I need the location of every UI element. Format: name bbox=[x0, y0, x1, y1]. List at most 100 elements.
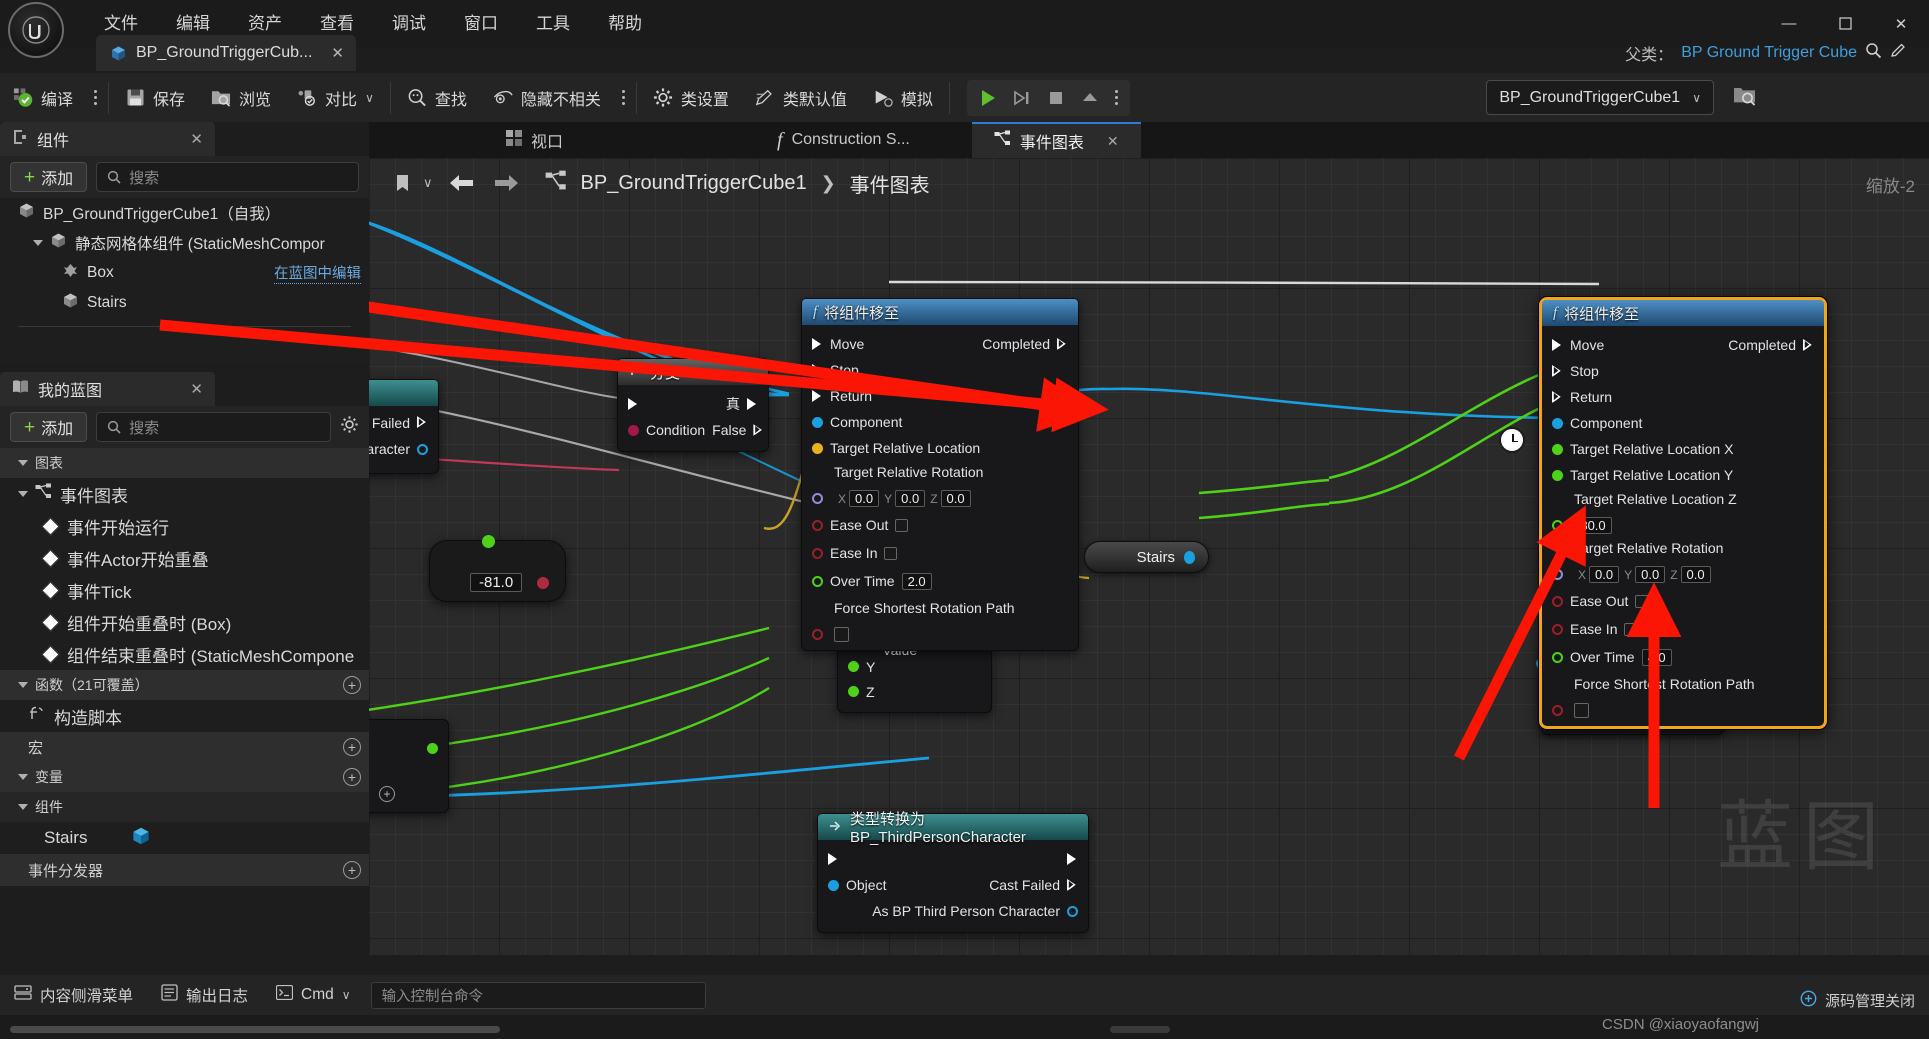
rotator-pin-icon[interactable] bbox=[1552, 569, 1563, 580]
breadcrumb-leaf[interactable]: 事件图表 bbox=[850, 169, 930, 198]
event-graph-canvas[interactable]: ∨ BP_GroundTriggerCube1 ❯ 事件图表 缩放-2 蓝图 F… bbox=[369, 158, 1929, 955]
edit-in-blueprint-link[interactable]: 在蓝图中编辑 bbox=[274, 262, 361, 284]
source-control-status[interactable]: 源码管理关闭 bbox=[1800, 990, 1915, 1011]
browse-button[interactable]: 浏览 bbox=[198, 73, 284, 122]
exec-pin-false-icon[interactable] bbox=[753, 424, 764, 437]
unreal-logo-icon[interactable] bbox=[8, 2, 64, 58]
pin-return-row[interactable]: Return bbox=[1542, 384, 1824, 410]
rotation-x-value[interactable]: 0.0 bbox=[1589, 566, 1620, 583]
step-button[interactable] bbox=[1005, 80, 1039, 116]
pin-over-time-row[interactable]: Over Time 4.0 bbox=[1542, 643, 1824, 671]
pin-move-row[interactable]: Move Completed bbox=[1542, 332, 1824, 358]
rotation-z-value[interactable]: 0.0 bbox=[940, 490, 971, 507]
node-stairs-variable[interactable]: Stairs bbox=[1084, 541, 1209, 573]
myblueprint-event-actorbeginoverlap[interactable]: 事件Actor开始重叠 bbox=[0, 542, 369, 574]
object-pin-icon[interactable] bbox=[1184, 550, 1195, 564]
find-button[interactable]: 查找 bbox=[394, 73, 480, 122]
pin-stop-row[interactable]: Stop bbox=[1542, 358, 1824, 384]
eject-button[interactable] bbox=[1073, 80, 1107, 116]
stop-button[interactable] bbox=[1039, 80, 1073, 116]
out-pin-icon[interactable] bbox=[537, 577, 549, 589]
add-macro-button[interactable]: + bbox=[343, 738, 361, 756]
play-options-button[interactable] bbox=[1107, 73, 1126, 122]
float-pin-icon[interactable] bbox=[848, 661, 859, 672]
rotator-pin-icon[interactable] bbox=[812, 493, 823, 504]
compile-options-button[interactable] bbox=[86, 73, 105, 122]
myblueprint-section-components[interactable]: 组件 bbox=[0, 792, 369, 822]
object-pin-icon[interactable] bbox=[417, 443, 428, 455]
float-pin-icon[interactable] bbox=[1552, 443, 1563, 455]
bookmark-icon[interactable] bbox=[387, 168, 417, 198]
node-move-component-to-mid[interactable]: f 将组件移至 Move Completed Stop Return Compo… bbox=[801, 298, 1525, 651]
exec-pin-castfailed-icon[interactable] bbox=[1067, 879, 1078, 892]
vector-pin-icon[interactable] bbox=[812, 442, 823, 454]
cast-exec-row[interactable] bbox=[818, 846, 1088, 872]
component-row-staticmesh[interactable]: 静态网格体组件 (StaticMeshCompor bbox=[0, 228, 369, 258]
forward-button[interactable] bbox=[491, 168, 521, 198]
object-pin-icon[interactable] bbox=[1552, 417, 1563, 429]
components-panel-tab[interactable]: 组件 ✕ bbox=[0, 122, 215, 156]
exec-pin-out-icon[interactable] bbox=[1067, 852, 1078, 866]
console-command-input[interactable]: 输入控制台命令 bbox=[370, 981, 706, 1009]
cast-asbp-row[interactable]: As BP Third Person Character bbox=[818, 898, 1088, 924]
node-move-component-to-right[interactable]: f 将组件移至 Move Completed Stop Return Compo… bbox=[1539, 297, 1827, 729]
node-pin-row[interactable]: aracter bbox=[369, 433, 438, 465]
pin-target-loc-y-row[interactable]: Target Relative Location Y bbox=[1542, 462, 1824, 488]
add-variable-button[interactable]: + bbox=[343, 768, 361, 786]
pin-target-relative-rotation-row[interactable]: Target Relative Rotation X 0.0 Y 0.0 Z 0… bbox=[802, 461, 1078, 507]
graph-scrollbar[interactable] bbox=[1110, 1026, 1170, 1033]
float-pin-icon[interactable] bbox=[482, 535, 495, 548]
myblueprint-event-componentbeginoverlap[interactable]: 组件开始重叠时 (Box) bbox=[0, 606, 369, 638]
myblueprint-search-input[interactable]: 搜索 bbox=[96, 412, 331, 442]
pin-target-loc-x-row[interactable]: Target Relative Location X bbox=[1542, 436, 1824, 462]
myblueprint-section-macros[interactable]: 宏 + bbox=[0, 732, 369, 762]
over-time-value[interactable]: 4.0 bbox=[1641, 648, 1672, 666]
pin-force-shortest-row[interactable]: Force Shortest Rotation Path bbox=[1542, 671, 1824, 718]
gear-icon[interactable] bbox=[340, 415, 359, 439]
cmd-dropdown-button[interactable]: Cmd ∨ bbox=[262, 975, 365, 1015]
exec-pin-move-icon[interactable] bbox=[1552, 338, 1563, 352]
ease-out-checkbox[interactable] bbox=[895, 518, 909, 532]
exec-pin-completed-icon[interactable] bbox=[1057, 338, 1068, 351]
pin-stop-row[interactable]: Stop bbox=[802, 357, 1078, 383]
over-time-value[interactable]: 2.0 bbox=[901, 572, 932, 590]
bool-pin-icon[interactable] bbox=[1552, 595, 1563, 607]
float-pin-icon[interactable] bbox=[1552, 469, 1563, 481]
pin-force-shortest-row[interactable]: Force Shortest Rotation Path bbox=[802, 595, 1078, 642]
myblueprint-function-constructionscript[interactable]: 构造脚本 bbox=[0, 700, 369, 732]
node-pin-row[interactable] bbox=[369, 738, 448, 759]
myblueprint-section-graphs[interactable]: 图表 bbox=[0, 448, 369, 478]
myblueprint-section-variables[interactable]: 变量 + bbox=[0, 762, 369, 792]
node-branch[interactable]: 分支 真 Condition False bbox=[617, 358, 769, 452]
exec-pin-stop-icon[interactable] bbox=[1552, 365, 1563, 378]
ease-in-checkbox[interactable] bbox=[1624, 622, 1638, 636]
tab-construction-script[interactable]: f Construction S... bbox=[755, 122, 932, 158]
bool-pin-icon[interactable] bbox=[812, 629, 823, 640]
myblueprint-component-stairs[interactable]: Stairs bbox=[0, 822, 369, 854]
myblueprint-group-eventgraph[interactable]: 事件图表 bbox=[0, 478, 369, 510]
tab-event-graph-close-icon[interactable]: ✕ bbox=[1107, 133, 1119, 150]
myblueprint-event-componentendoverlap[interactable]: 组件结束重叠时 (StaticMeshCompone bbox=[0, 638, 369, 670]
chevron-down-icon[interactable]: ∨ bbox=[342, 988, 351, 1002]
node-number-literal[interactable]: -81.0 bbox=[429, 535, 566, 602]
myblueprint-section-functions[interactable]: 函数（21可覆盖） + bbox=[0, 670, 369, 700]
node-character-partial[interactable]: aracter t Failed aracter bbox=[369, 379, 439, 474]
component-row-stairs[interactable]: Stairs bbox=[0, 288, 369, 318]
bool-pin-icon[interactable] bbox=[628, 424, 639, 436]
pin-target-relative-rotation-row[interactable]: Target Relative Rotation X 0.0 Y 0.0 Z 0… bbox=[1542, 534, 1824, 583]
exec-pin-move-icon[interactable] bbox=[812, 337, 823, 351]
pin-component-row[interactable]: Component bbox=[1542, 410, 1824, 436]
exec-pin-return-icon[interactable] bbox=[1552, 391, 1563, 404]
ease-out-checkbox[interactable] bbox=[1635, 594, 1649, 608]
component-row-self[interactable]: BP_GroundTriggerCube1（自我） bbox=[0, 198, 369, 228]
float-pin-icon[interactable] bbox=[1552, 520, 1563, 531]
hide-options-button[interactable] bbox=[614, 73, 633, 122]
float-pin-icon[interactable] bbox=[1552, 651, 1563, 663]
class-settings-button[interactable]: 类设置 bbox=[640, 73, 742, 122]
myblueprint-add-button[interactable]: + 添加 bbox=[10, 412, 88, 442]
compile-button[interactable]: 编译 bbox=[0, 73, 86, 122]
add-function-button[interactable]: + bbox=[343, 676, 361, 694]
horizontal-scrollbar[interactable] bbox=[10, 1026, 500, 1033]
back-button[interactable] bbox=[447, 168, 477, 198]
cast-object-row[interactable]: Object Cast Failed bbox=[818, 872, 1088, 898]
